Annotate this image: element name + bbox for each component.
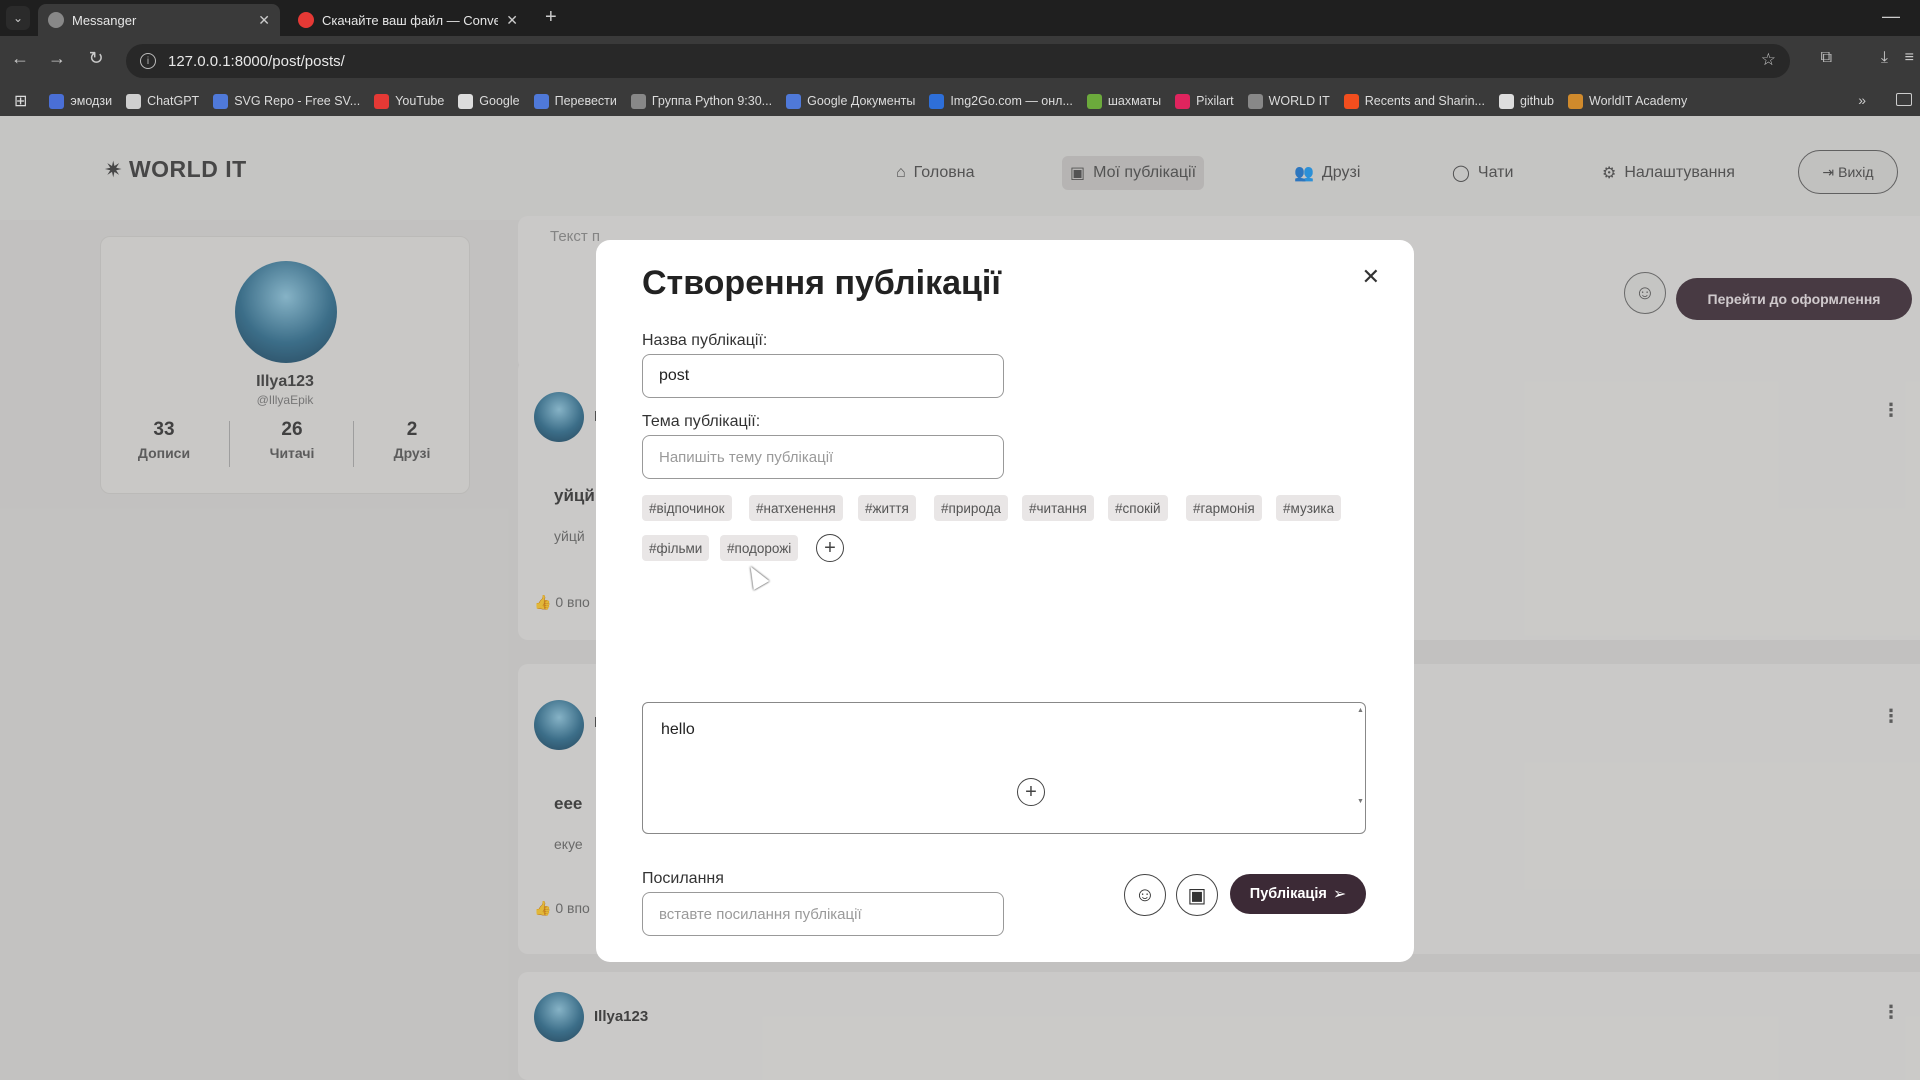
emoji-button[interactable]: ☺ [1124,874,1166,916]
bookmark-item[interactable]: WORLD IT [1247,93,1330,109]
bookmarks-bar: ⊞ эмодзи ChatGPT SVG Repo - Free SV... YouT… [0,86,1920,116]
minimize-icon[interactable]: — [1882,6,1900,27]
tag-chip[interactable]: #життя [858,495,916,521]
image-icon: ▣ [1187,884,1207,907]
bookmark-item[interactable]: Pixilart [1175,93,1234,109]
back-icon[interactable]: ← [8,48,32,69]
create-post-modal: Створення публікації ✕ Назва публікації:… [596,240,1414,962]
link-label: Посилання [642,870,724,887]
bookmark-item[interactable]: WorldIT Academy [1568,93,1687,109]
folder-icon[interactable] [1896,93,1912,106]
bookmark-favicon-icon [533,93,549,109]
bookmark-item[interactable]: YouTube [374,93,444,109]
bookmark-favicon-icon [49,93,65,109]
modal-title: Створення публікації [642,264,1001,302]
page: ✷ WORLD IT ⌂ Головна ▣ Мої публікації 👥 Друз… [0,116,1920,1080]
bookmark-favicon-icon [1498,93,1514,109]
bookmark-favicon-icon [1247,93,1263,109]
forward-icon[interactable]: → [45,48,69,69]
bookmark-item[interactable]: Img2Go.com — онл... [929,93,1073,109]
smile-icon: ☺ [1134,883,1156,906]
link-input[interactable]: вставте посилання публікації [642,892,1004,936]
tag-chip[interactable]: #природа [934,495,1008,521]
bookmark-favicon-icon [1568,93,1584,109]
globe-icon [48,12,64,28]
send-icon: ➢ [1332,886,1347,903]
bookmark-item[interactable]: ChatGPT [126,93,199,109]
new-tab-icon[interactable]: + [545,6,557,29]
convertio-icon [298,12,314,28]
tag-chip[interactable]: #читання [1022,495,1094,521]
bookmark-item[interactable]: Перевести [533,93,617,109]
bookmark-favicon-icon [374,93,390,109]
bookmark-item[interactable]: шахматы [1086,93,1161,109]
add-link-icon[interactable]: + [1017,778,1045,806]
address-bar-row: ← → ↻ i 127.0.0.1:8000/post/posts/ ☆ ⧉ ⤓… [0,36,1920,86]
close-tab-icon[interactable]: ✕ [506,12,518,29]
tag-chip[interactable]: #фільми [642,535,710,561]
tag-chip[interactable]: #натхенення [749,495,843,521]
bookmark-favicon-icon [213,93,229,109]
add-tag-icon[interactable]: + [816,534,844,562]
bookmark-star-icon[interactable]: ☆ [1761,50,1776,70]
tag-chip[interactable]: #відпочинок [642,495,732,521]
bookmark-item[interactable]: эмодзи [49,93,112,109]
bookmark-item[interactable]: Google Документы [786,93,915,109]
bookmark-favicon-icon [929,93,945,109]
bookmarks-list: эмодзи ChatGPT SVG Repo - Free SV... YouTub… [49,93,1701,109]
tag-chip[interactable]: #спокій [1108,495,1168,521]
bookmark-item[interactable]: Группа Python 9:30... [630,93,772,109]
add-image-button[interactable]: ▣ [1176,874,1218,916]
download-icon[interactable]: ⤓ [1881,49,1888,67]
post-name-input[interactable]: post [642,354,1004,398]
tag-chip[interactable]: #гармонія [1186,495,1262,521]
menu-icon[interactable]: ≡ [1905,49,1914,67]
name-label: Назва публікації: [642,332,768,349]
bookmark-item[interactable]: Recents and Sharin... [1343,93,1485,109]
tag-chip[interactable]: #музика [1276,495,1342,521]
bookmark-favicon-icon [1343,93,1359,109]
browser-tab-convert[interactable]: Скачайте ваш файл — Conver ✕ [288,4,528,36]
bookmark-favicon-icon [1086,93,1102,109]
bookmark-favicon-icon [786,93,802,109]
browser-tab-messanger[interactable]: Messanger ✕ [38,4,280,36]
bookmark-item[interactable]: Google [458,93,520,109]
bookmark-item[interactable]: github [1498,93,1554,109]
close-icon[interactable]: ✕ [1362,264,1380,290]
bookmark-favicon-icon [126,93,142,109]
bookmark-item[interactable]: SVG Repo - Free SV... [213,93,360,109]
post-body-textarea[interactable]: hello ▲ ▼ [642,702,1366,834]
bookmark-favicon-icon [458,93,474,109]
post-topic-input[interactable]: Напишіть тему публікації [642,435,1004,479]
site-info-icon[interactable]: i [140,53,156,69]
publish-button[interactable]: Публікація ➢ [1230,874,1366,914]
bookmark-favicon-icon [630,93,646,109]
tab-search-dropdown[interactable]: ⌄ [6,6,30,30]
topic-label: Тема публікації: [642,413,761,430]
apps-grid-icon[interactable]: ⊞ [14,91,27,111]
extensions-icon[interactable]: ⧉ [1821,49,1832,67]
reload-icon[interactable]: ↻ [84,48,108,69]
tag-chip[interactable]: #подорожі [720,535,799,561]
url-input[interactable]: i 127.0.0.1:8000/post/posts/ ☆ [126,44,1790,78]
close-tab-icon[interactable]: ✕ [258,12,270,29]
bookmark-favicon-icon [1175,93,1191,109]
more-bookmarks-icon[interactable]: » [1858,92,1866,108]
browser-tab-bar: ⌄ Messanger ✕ Скачайте ваш файл — Conver… [0,0,1920,36]
textarea-scrollbar[interactable]: ▲ ▼ [1357,707,1364,827]
